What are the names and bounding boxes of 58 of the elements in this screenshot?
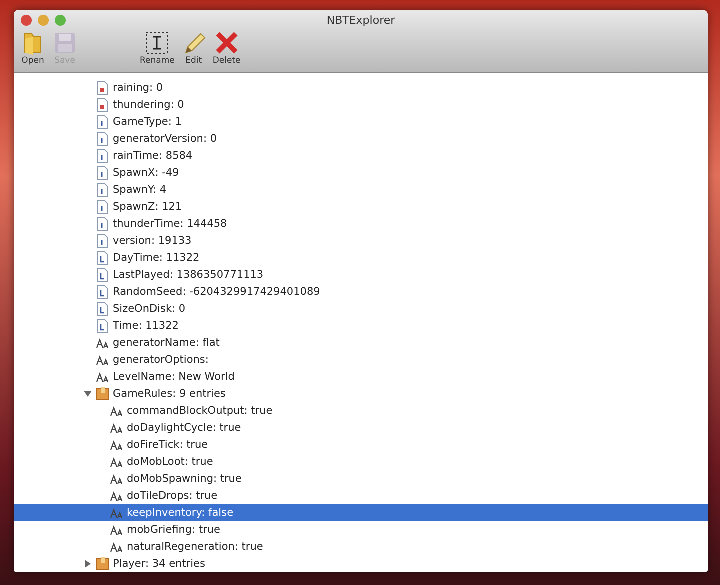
byte-tag-icon — [96, 97, 110, 112]
tree-row[interactable]: doMobLoot: true — [14, 453, 708, 470]
box-icon — [96, 386, 110, 401]
long-tag-icon — [96, 318, 110, 333]
int-tag-icon — [96, 148, 110, 163]
long-tag-icon — [96, 301, 110, 316]
int-tag-icon — [96, 216, 110, 231]
int-tag-icon — [96, 182, 110, 197]
delete-button[interactable]: Delete — [210, 30, 243, 66]
int-tag-icon — [96, 131, 110, 146]
tree-row[interactable]: raining: 0 — [14, 79, 708, 96]
tree-row[interactable]: LevelName: New World — [14, 368, 708, 385]
int-tag-icon — [96, 114, 110, 129]
text-cursor-box-icon — [145, 31, 170, 55]
tree-row[interactable]: generatorOptions: — [14, 351, 708, 368]
tree-row[interactable]: Player: 34 entries — [14, 555, 708, 572]
tree-row[interactable]: SpawnZ: 121 — [14, 198, 708, 215]
tree-row[interactable]: version: 19133 — [14, 232, 708, 249]
tree-row[interactable]: GameRules: 9 entries — [14, 385, 708, 402]
tree-row[interactable]: LastPlayed: 1386350771113 — [14, 266, 708, 283]
int-tag-icon — [96, 199, 110, 214]
tree-row[interactable]: doMobSpawning: true — [14, 470, 708, 487]
box-icon — [96, 556, 110, 571]
long-tag-icon — [96, 250, 110, 265]
tree-row[interactable]: GameType: 1 — [14, 113, 708, 130]
tree-row[interactable]: RandomSeed: -6204329917429401089 — [14, 283, 708, 300]
tree-row[interactable]: SpawnY: 4 — [14, 181, 708, 198]
tree-row[interactable]: SizeOnDisk: 0 — [14, 300, 708, 317]
int-tag-icon — [96, 165, 110, 180]
collapse-triangle-icon[interactable] — [84, 390, 92, 398]
tree-row[interactable]: SpawnX: -49 — [14, 164, 708, 181]
rename-button[interactable]: Rename — [138, 30, 177, 66]
close-button[interactable] — [21, 14, 32, 26]
tree-row[interactable]: commandBlockOutput: true — [14, 402, 708, 419]
tree-row[interactable]: rainTime: 8584 — [14, 147, 708, 164]
tree-row[interactable]: generatorVersion: 0 — [14, 130, 708, 147]
tree-row[interactable]: thunderTime: 144458 — [14, 215, 708, 232]
int-tag-icon — [96, 233, 110, 248]
tree-row[interactable]: DayTime: 11322 — [14, 249, 708, 266]
tree-row[interactable]: thundering: 0 — [14, 96, 708, 113]
tree-row[interactable]: doDaylightCycle: true — [14, 419, 708, 436]
tree-row[interactable]: doFireTick: true — [14, 436, 708, 453]
zoom-button[interactable] — [55, 14, 66, 26]
cross-icon — [214, 31, 239, 55]
tree-row[interactable]: generatorName: flat — [14, 334, 708, 351]
byte-tag-icon — [96, 80, 110, 95]
folder-icon — [23, 31, 43, 55]
edit-button[interactable]: Edit — [178, 30, 209, 66]
long-tag-icon — [96, 284, 110, 299]
selected-tree-row[interactable]: keepInventory: false — [14, 504, 708, 521]
expand-triangle-icon[interactable] — [84, 560, 92, 568]
tree-row[interactable]: naturalRegeneration: true — [14, 538, 708, 555]
tree-row[interactable]: doTileDrops: true — [14, 487, 708, 504]
tree-row[interactable]: mobGriefing: true — [14, 521, 708, 538]
open-button[interactable]: Open — [18, 30, 48, 66]
long-tag-icon — [96, 267, 110, 282]
window-title: NBTExplorer — [326, 14, 396, 26]
tree-row[interactable]: Time: 11322 — [14, 317, 708, 334]
